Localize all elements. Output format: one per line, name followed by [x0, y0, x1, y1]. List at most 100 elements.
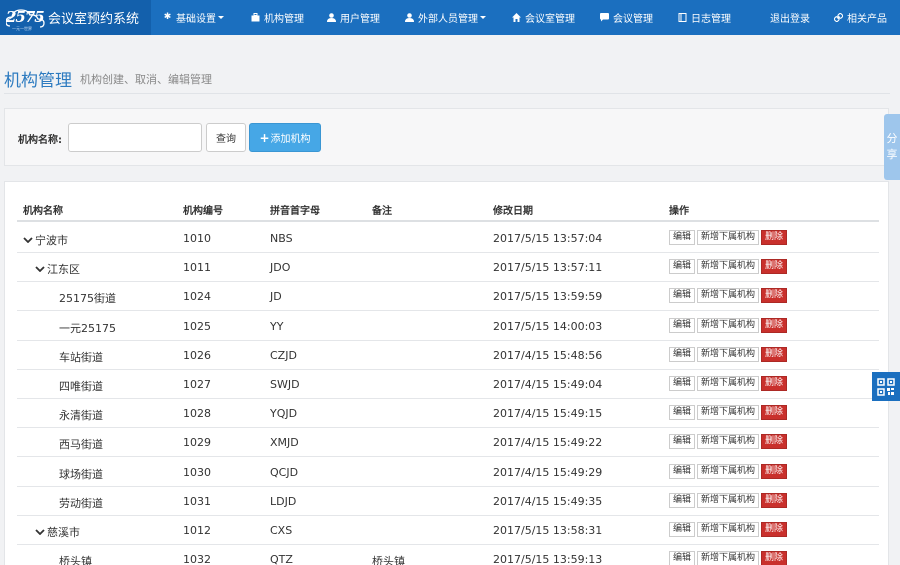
add-child-org-button[interactable]: 新增下属机构	[697, 434, 760, 450]
comment-icon	[600, 13, 609, 22]
org-date-cell: 2017/5/15 13:59:59	[493, 290, 603, 304]
edit-button[interactable]: 编辑	[669, 346, 696, 362]
edit-button[interactable]: 编辑	[669, 522, 696, 537]
add-child-org-button[interactable]: 新增下属机构	[697, 522, 760, 537]
column-header-pinyin[interactable]: 拼音首字母	[270, 202, 320, 217]
nav-basic-settings[interactable]: ✱ 基础设置	[151, 0, 251, 35]
qrcode-button[interactable]	[872, 372, 900, 401]
user-icon	[405, 13, 414, 22]
org-name-cell[interactable]: 慈溪市	[35, 524, 80, 540]
add-child-org-button[interactable]: 新增下属机构	[697, 492, 760, 508]
chevron-down-icon[interactable]	[35, 266, 45, 273]
org-name-text: 西马街道	[59, 438, 103, 452]
nav-meeting-management[interactable]: 会议管理	[588, 0, 666, 35]
add-child-org-button[interactable]: 新增下属机构	[697, 259, 760, 275]
nav-related-products[interactable]: 相关产品	[833, 0, 900, 35]
org-code-cell: 1027	[183, 378, 211, 391]
delete-button[interactable]: 删除	[761, 317, 788, 333]
edit-button[interactable]: 编辑	[669, 463, 696, 479]
delete-button[interactable]: 删除	[761, 376, 788, 391]
org-name-cell[interactable]: 江东区	[35, 261, 80, 277]
delete-button[interactable]: 删除	[761, 259, 788, 275]
nav-logout[interactable]: 退出登录	[770, 0, 834, 35]
edit-button[interactable]: 编辑	[669, 376, 696, 391]
org-code-cell: 1031	[183, 494, 211, 508]
share-tab[interactable]: 分享	[884, 114, 900, 180]
nav-user-management[interactable]: 用户管理	[315, 0, 393, 35]
org-code-cell: 1024	[183, 290, 211, 304]
column-header-code[interactable]: 机构编号	[183, 202, 223, 217]
org-date-cell: 2017/4/15 15:49:22	[493, 436, 603, 450]
org-name-text: 宁波市	[35, 234, 68, 247]
query-button-label: 查询	[216, 134, 236, 145]
page-title: 机构管理	[4, 71, 72, 91]
delete-button[interactable]: 删除	[761, 522, 788, 537]
org-name-cell: 劳动街道	[59, 495, 103, 511]
delete-button[interactable]: 删除	[761, 230, 788, 245]
column-header-name[interactable]: 机构名称	[23, 202, 63, 217]
add-child-org-button[interactable]: 新增下属机构	[697, 405, 760, 421]
org-pinyin-cell: NBS	[270, 232, 293, 245]
org-pinyin-cell: JD	[270, 290, 282, 304]
org-name-cell: 四唯街道	[59, 378, 103, 394]
table-row: 车站街道 1026 CZJD 2017/4/15 15:48:56 编辑 新增下属机构 删除	[17, 341, 879, 370]
org-code-cell: 1032	[183, 553, 211, 565]
org-code-cell: 1030	[183, 465, 211, 479]
delete-button[interactable]: 删除	[761, 551, 788, 565]
table-row: 25175街道 1024 JD 2017/5/15 13:59:59 编辑 新增下属机构删…	[17, 282, 879, 312]
main-nav: ✱ 基础设置 机构管理 用户管理 外部人员管理 会议室管理 会议管理 日志管理 …	[151, 0, 900, 35]
edit-button[interactable]: 编辑	[669, 434, 696, 450]
add-child-org-button[interactable]: 新增下属机构	[697, 463, 760, 479]
org-name-cell: 桥头镇	[59, 553, 92, 565]
org-name-search-input[interactable]	[68, 123, 202, 152]
nav-log-management[interactable]: 日志管理	[666, 0, 770, 35]
column-header-date[interactable]: 修改日期	[493, 202, 533, 217]
edit-button[interactable]: 编辑	[669, 551, 696, 565]
delete-button[interactable]: 删除	[761, 463, 788, 479]
org-name-cell: 一元25175	[59, 320, 116, 336]
org-date-cell: 2017/5/15 13:59:13	[493, 553, 603, 565]
nav-label: 外部人员管理	[418, 14, 478, 25]
nav-org-management[interactable]: 机构管理	[251, 0, 315, 35]
edit-button[interactable]: 编辑	[669, 288, 696, 304]
org-name-text: 四唯街道	[59, 380, 103, 393]
add-child-org-button[interactable]: 新增下属机构	[697, 230, 760, 245]
row-actions: 编辑 新增下属机构 删除	[669, 259, 788, 275]
edit-button[interactable]: 编辑	[669, 492, 696, 508]
row-actions: 编辑 新增下属机构 删除	[669, 317, 788, 333]
nav-room-management[interactable]: 会议室管理	[500, 0, 588, 35]
delete-button[interactable]: 删除	[761, 346, 788, 362]
query-button[interactable]: 查询	[206, 123, 246, 152]
add-child-org-button[interactable]: 新增下属机构	[697, 551, 760, 565]
delete-button[interactable]: 删除	[761, 492, 788, 508]
book-icon	[678, 13, 687, 22]
add-child-org-button[interactable]: 新增下属机构	[697, 288, 760, 304]
edit-button[interactable]: 编辑	[669, 405, 696, 421]
row-actions: 编辑 新增下属机构 删除	[669, 463, 788, 479]
org-name-cell[interactable]: 宁波市	[23, 232, 68, 248]
edit-button[interactable]: 编辑	[669, 230, 696, 245]
chevron-down-icon[interactable]	[23, 237, 33, 243]
add-child-org-button[interactable]: 新增下属机构	[697, 317, 760, 333]
user-icon	[327, 13, 336, 22]
row-actions: 编辑 新增下属机构 删除	[669, 492, 788, 508]
delete-button[interactable]: 删除	[761, 288, 788, 304]
delete-button[interactable]: 删除	[761, 434, 788, 450]
nav-external-staff[interactable]: 外部人员管理	[393, 0, 500, 35]
org-name-cell: 车站街道	[59, 349, 103, 365]
add-org-button[interactable]: + 添加机构	[249, 123, 321, 152]
column-header-note[interactable]: 备注	[372, 202, 392, 217]
add-child-org-button[interactable]: 新增下属机构	[697, 376, 760, 391]
org-name-text: 慈溪市	[47, 526, 80, 539]
row-actions: 编辑 新增下属机构 删除	[669, 230, 788, 245]
chevron-down-icon[interactable]	[35, 529, 45, 535]
row-actions: 编辑 新增下属机构 删除	[669, 288, 788, 304]
app-title: 会议室预约系统	[48, 12, 140, 27]
nav-label: 退出登录	[770, 14, 810, 25]
delete-button[interactable]: 删除	[761, 405, 788, 421]
edit-button[interactable]: 编辑	[669, 317, 696, 333]
edit-button[interactable]: 编辑	[669, 259, 696, 275]
org-date-cell: 2017/4/15 15:49:04	[493, 378, 603, 391]
add-child-org-button[interactable]: 新增下属机构	[697, 346, 760, 362]
app-logo[interactable]: 2575 一元一世界 会议室预约系统	[0, 0, 151, 35]
